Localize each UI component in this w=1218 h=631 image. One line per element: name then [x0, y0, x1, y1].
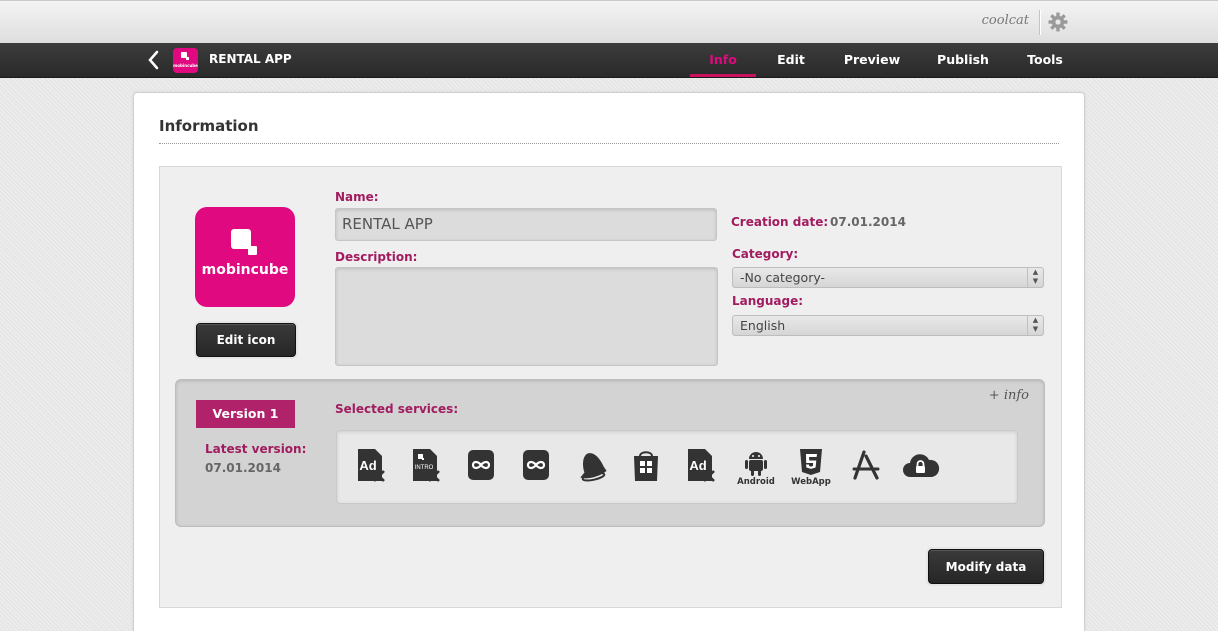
- latest-version-label: Latest version:: [205, 442, 307, 456]
- main-navbar: mobincube RENTAL APP Info Edit Preview P…: [0, 43, 1218, 78]
- tab-info[interactable]: Info: [690, 43, 756, 77]
- description-label: Description:: [335, 250, 418, 264]
- tab-tools[interactable]: Tools: [1020, 43, 1070, 77]
- app-icon-preview: mobincube: [195, 207, 295, 307]
- username[interactable]: coolcat: [982, 13, 1029, 28]
- cloud-lock-icon[interactable]: [901, 447, 941, 491]
- language-label: Language:: [732, 294, 804, 308]
- name-input[interactable]: RENTAL APP: [335, 208, 717, 241]
- services-list: Ad INTRO Ad Android WebApp: [336, 430, 1018, 504]
- version-panel: Version 1 + info Latest version: 07.01.2…: [175, 379, 1045, 527]
- service-label: Android: [737, 477, 775, 487]
- app-info-panel: mobincube Edit icon Name: RENTAL APP Des…: [159, 166, 1062, 608]
- category-label: Category:: [732, 247, 799, 261]
- back-arrow-icon[interactable]: [145, 50, 163, 70]
- html5-icon[interactable]: WebApp: [791, 447, 831, 491]
- service-label: WebApp: [791, 477, 831, 487]
- page-title: Information: [159, 117, 259, 135]
- svg-text:Ad: Ad: [359, 458, 376, 473]
- android-icon[interactable]: Android: [736, 447, 776, 491]
- app-store-icon[interactable]: [846, 447, 886, 491]
- name-label: Name:: [335, 190, 379, 204]
- bell-icon[interactable]: [571, 447, 611, 491]
- gear-icon[interactable]: [1048, 12, 1068, 32]
- user-bar: coolcat: [0, 0, 1218, 43]
- select-arrows-icon: ▲ ▼: [1027, 268, 1043, 287]
- creation-date-value: 07.01.2014: [830, 215, 906, 229]
- infinity-icon[interactable]: [461, 447, 501, 491]
- selected-services-label: Selected services:: [335, 402, 459, 416]
- category-select[interactable]: -No category- ▲ ▼: [732, 267, 1044, 288]
- latest-version-value: 07.01.2014: [205, 461, 281, 475]
- tab-publish[interactable]: Publish: [930, 43, 996, 77]
- content-card: Information mobincube Edit icon Name: RE…: [133, 92, 1085, 631]
- version-badge[interactable]: Version 1: [196, 400, 295, 428]
- category-selected-value: -No category-: [740, 270, 826, 285]
- select-arrows-icon: ▲ ▼: [1027, 316, 1043, 335]
- user-bar-divider: [1039, 10, 1040, 35]
- logo-wordmark: mobincube: [201, 262, 289, 278]
- edit-icon-button[interactable]: Edit icon: [196, 323, 296, 357]
- tab-edit[interactable]: Edit: [768, 43, 814, 77]
- creation-date-label: Creation date:: [731, 215, 829, 229]
- svg-text:INTRO: INTRO: [415, 465, 434, 471]
- language-select[interactable]: English ▲ ▼: [732, 315, 1044, 336]
- ad-disabled-icon[interactable]: Ad: [351, 447, 391, 491]
- app-title: RENTAL APP: [209, 52, 292, 66]
- ad-disabled-icon[interactable]: Ad: [681, 447, 721, 491]
- more-info-link[interactable]: + info: [989, 388, 1029, 403]
- svg-text:Ad: Ad: [689, 458, 706, 473]
- infinity-icon[interactable]: [516, 447, 556, 491]
- app-logo-icon: mobincube: [173, 48, 198, 73]
- intro-disabled-icon[interactable]: INTRO: [406, 447, 446, 491]
- language-selected-value: English: [740, 318, 786, 333]
- tab-preview[interactable]: Preview: [838, 43, 906, 77]
- title-divider: [159, 143, 1059, 144]
- windows-store-icon[interactable]: [626, 447, 666, 491]
- description-textarea[interactable]: [335, 267, 718, 366]
- modify-data-button[interactable]: Modify data: [928, 549, 1044, 584]
